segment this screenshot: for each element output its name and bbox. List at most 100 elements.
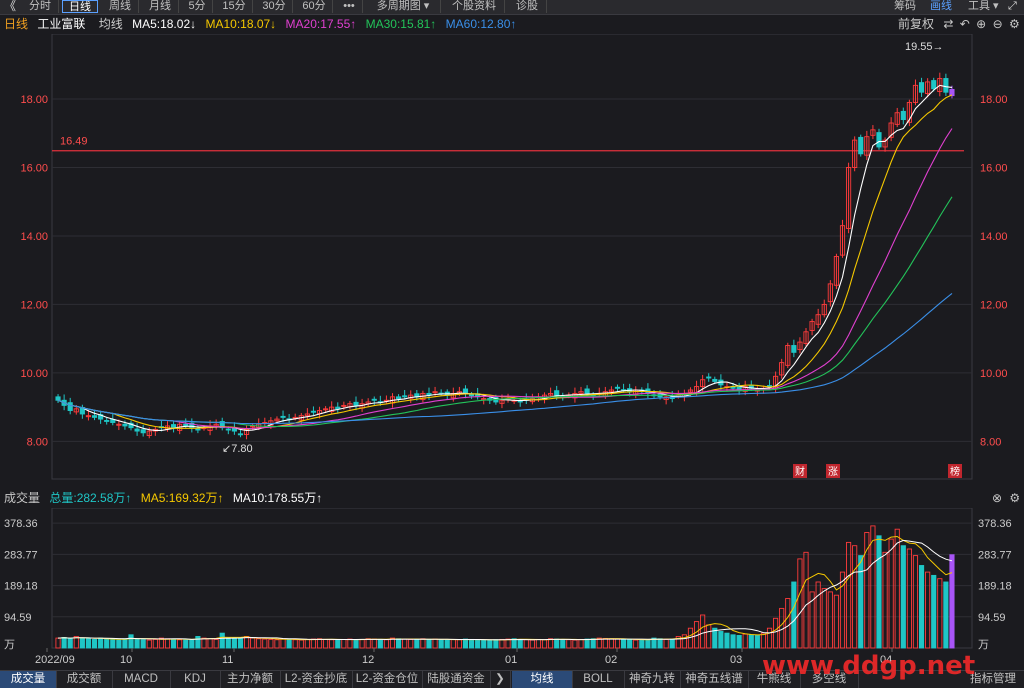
- settings-icon[interactable]: ⚙: [1009, 17, 1020, 31]
- tab-nine-turns[interactable]: 神奇九转: [624, 671, 681, 688]
- ma-label[interactable]: 均线: [99, 17, 123, 31]
- volume-bar: [833, 594, 839, 649]
- tab-hk-connect[interactable]: 陆股通资金: [422, 671, 491, 688]
- candle-body: [712, 378, 718, 382]
- volume-bar: [195, 635, 201, 649]
- volume-bar: [505, 638, 511, 649]
- tab-l2-bottom[interactable]: L2-资金抄底: [280, 671, 353, 688]
- volume-bar: [560, 638, 566, 649]
- candle-body: [171, 424, 177, 429]
- volume-bar: [456, 639, 462, 649]
- more-button[interactable]: •••: [336, 0, 363, 13]
- tab-60min[interactable]: 60分: [296, 0, 333, 13]
- tab-macd[interactable]: MACD: [112, 671, 171, 688]
- tab-turnover[interactable]: 成交额: [56, 671, 113, 688]
- tab-l2-position[interactable]: L2-资金仓位: [352, 671, 423, 688]
- volume-bar: [213, 638, 219, 649]
- volume-tick-right: 万: [978, 639, 989, 651]
- tab-15min[interactable]: 15分: [216, 0, 253, 13]
- expand-icon[interactable]: ⤢: [1008, 0, 1017, 13]
- settings-icon[interactable]: ⚙: [1009, 491, 1020, 505]
- volume-bar: [61, 636, 67, 649]
- volume-bar: [274, 639, 280, 649]
- volume-bar: [876, 535, 882, 649]
- volume-tick-left: 万: [4, 639, 15, 651]
- volume-bar: [79, 637, 85, 649]
- volume-bar: [67, 638, 73, 649]
- undo-icon[interactable]: ↶: [960, 17, 970, 31]
- price-chart[interactable]: 8.00 8.00 10.00 10.00 12.00 12.00 14.00 14.00 16…: [0, 34, 1024, 514]
- volume-bar: [152, 638, 158, 649]
- volume-bar: [359, 638, 365, 649]
- tab-30min[interactable]: 30分: [256, 0, 293, 13]
- volume-bar: [572, 639, 578, 649]
- high-annotation: 19.55→: [905, 41, 944, 53]
- volume-bar: [140, 639, 146, 649]
- tab-rixian[interactable]: 日线: [62, 0, 98, 13]
- volume-tick-left: 378.36: [4, 518, 38, 530]
- volume-bar: [669, 638, 675, 649]
- ma10-value: MA10:18.07↓: [205, 17, 277, 31]
- tab-yuexian[interactable]: 月线: [142, 0, 179, 13]
- volume-bar: [548, 638, 554, 649]
- back-icon[interactable]: 《: [4, 0, 18, 13]
- tab-zhouxian[interactable]: 周线: [102, 0, 139, 13]
- candle-body: [237, 433, 244, 436]
- volume-bar: [201, 637, 207, 649]
- y-tick-right: 14.00: [980, 231, 1008, 243]
- volume-bar: [791, 581, 797, 649]
- volume-bar: [481, 639, 487, 649]
- volume-chart[interactable]: 378.36 378.36 283.77 283.77 189.18 189.18 94.5…: [0, 508, 1024, 668]
- adjust-dropdown[interactable]: 前复权: [898, 17, 934, 31]
- volume-bar: [444, 639, 450, 649]
- x-tick-label: 11: [222, 654, 233, 666]
- tab-five-lines[interactable]: 神奇五线谱: [680, 671, 749, 688]
- x-tick-label: 02: [605, 654, 617, 666]
- volume-bar: [621, 638, 627, 649]
- volume-bar: [292, 639, 298, 649]
- candle-body: [584, 388, 590, 394]
- chips-button[interactable]: 筹码: [894, 0, 916, 13]
- volume-bar: [718, 631, 724, 649]
- volume-bar: [931, 574, 937, 649]
- diagnose-button[interactable]: 诊股: [508, 0, 547, 13]
- volume-tick-left: 94.59: [4, 612, 32, 624]
- candle-body: [900, 110, 906, 121]
- y-tick-left: 8.00: [27, 436, 48, 448]
- volume-bar: [590, 638, 596, 649]
- top-toolbar: 《 分时 日线 周线 月线 5分 15分 30分 60分 ••• 多周期图 ▾ …: [0, 0, 1024, 15]
- volume-bar: [323, 638, 329, 649]
- volume-ma10: MA10:178.55万↑: [232, 491, 323, 505]
- tab-kdj[interactable]: KDJ: [170, 671, 221, 688]
- volume-bar: [408, 638, 414, 649]
- volume-bar: [122, 638, 128, 649]
- ma5-line: [57, 84, 953, 431]
- tab-boll[interactable]: BOLL: [572, 671, 625, 688]
- volume-bar: [420, 638, 426, 649]
- zoom-in-icon[interactable]: ⊕: [976, 17, 986, 31]
- tab-fenshi[interactable]: 分时: [22, 0, 59, 13]
- draw-button[interactable]: 画线: [930, 0, 952, 13]
- volume-bar: [493, 639, 499, 649]
- swap-icon[interactable]: ⇄: [943, 17, 953, 31]
- tab-ma[interactable]: 均线: [512, 671, 573, 688]
- tools-dropdown[interactable]: 工具 ▾: [968, 0, 999, 13]
- volume-bar: [341, 638, 347, 649]
- volume-bar: [949, 554, 955, 649]
- tab-5min[interactable]: 5分: [182, 0, 213, 13]
- tab-main-net[interactable]: 主力净额: [220, 671, 281, 688]
- volume-bar: [487, 639, 493, 649]
- volume-bar: [724, 632, 730, 649]
- volume-bar: [925, 571, 931, 649]
- tabs-next-icon[interactable]: ❯: [490, 671, 511, 688]
- multi-period-dropdown[interactable]: 多周期图 ▾: [366, 0, 441, 13]
- volume-bar: [541, 639, 548, 649]
- close-icon[interactable]: ⊗: [992, 491, 1002, 505]
- stock-info-button[interactable]: 个股资料: [444, 0, 505, 13]
- ma5-value: MA5:18.02↓: [132, 17, 197, 31]
- volume-bar: [797, 558, 803, 649]
- volume-bar: [110, 639, 116, 649]
- volume-bar: [888, 538, 894, 649]
- tab-volume[interactable]: 成交量: [0, 671, 57, 688]
- zoom-out-icon[interactable]: ⊖: [993, 17, 1003, 31]
